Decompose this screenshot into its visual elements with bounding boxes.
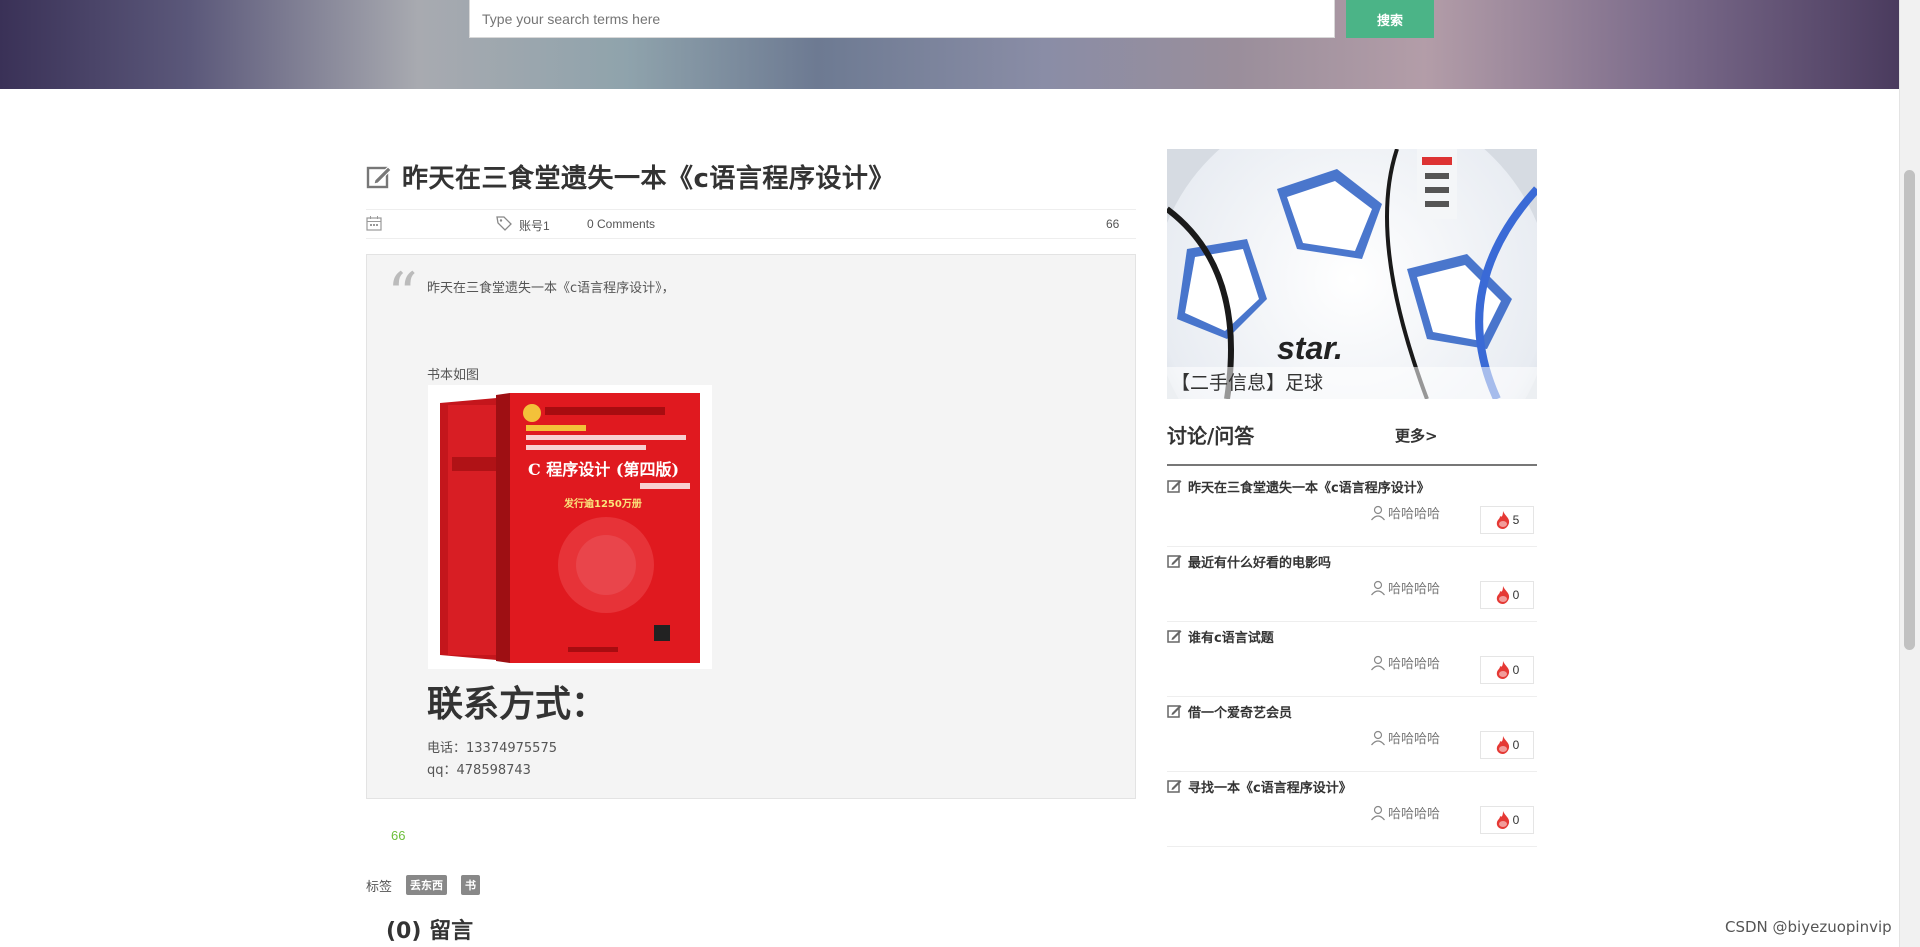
qa-item-title[interactable]: 借一个爱奇艺会员 — [1188, 702, 1292, 721]
fire-icon — [1496, 811, 1509, 829]
edit-icon — [1167, 555, 1182, 568]
post-title: 昨天在三食堂遗失一本《c语言程序设计》 — [366, 158, 895, 195]
post-title-text: 昨天在三食堂遗失一本《c语言程序设计》 — [402, 164, 895, 194]
qa-item-user[interactable]: 哈哈哈哈 — [1388, 578, 1440, 597]
qa-item-user[interactable]: 哈哈哈哈 — [1388, 503, 1440, 522]
user-icon — [1371, 505, 1385, 520]
qa-item-title[interactable]: 谁有c语言试题 — [1188, 627, 1274, 646]
edit-icon — [366, 165, 392, 188]
sidebar-banner[interactable]: star. 【二手信息】足球 — [1167, 149, 1537, 399]
post-author[interactable]: 账号1 — [519, 217, 550, 234]
post-views: 66 — [1106, 217, 1120, 231]
football-image: star. — [1167, 149, 1537, 399]
edit-icon — [1167, 630, 1182, 643]
user-icon — [1371, 730, 1385, 745]
image-caption: 书本如图 — [427, 368, 480, 383]
tag-lost-item[interactable]: 丢东西 — [406, 875, 448, 895]
quote-icon: “ — [387, 260, 418, 330]
tags-label: 标签 — [366, 879, 393, 895]
fire-icon — [1496, 511, 1509, 529]
search-input[interactable] — [470, 0, 1334, 37]
svg-text:发行逾1250万册: 发行逾1250万册 — [563, 497, 642, 510]
qa-item[interactable]: 谁有c语言试题 哈哈哈哈 0 — [1167, 622, 1537, 697]
qa-item-user[interactable]: 哈哈哈哈 — [1388, 803, 1440, 822]
fire-icon — [1496, 736, 1509, 754]
qa-item-hot-count: 0 — [1512, 663, 1520, 677]
qa-item-title[interactable]: 寻找一本《c语言程序设计》 — [1188, 777, 1352, 796]
post-intro: 昨天在三食堂遗失一本《c语言程序设计》， — [427, 281, 675, 296]
fire-icon — [1496, 586, 1509, 604]
contact-qq: qq：478598743 — [427, 763, 531, 778]
calendar-icon — [366, 215, 382, 234]
watermark: CSDN @biyezuopinvip — [1725, 918, 1892, 936]
qa-list: 昨天在三食堂遗失一本《c语言程序设计》 哈哈哈哈 5 最近有什么好看的电影吗 哈… — [1167, 472, 1537, 847]
qa-divider — [1167, 464, 1537, 466]
qa-item[interactable]: 寻找一本《c语言程序设计》 哈哈哈哈 0 — [1167, 772, 1537, 847]
user-icon — [1371, 580, 1385, 595]
comments-heading: (0) 留言 — [386, 919, 474, 944]
qa-item[interactable]: 最近有什么好看的电影吗 哈哈哈哈 0 — [1167, 547, 1537, 622]
qa-item-hot-count: 5 — [1512, 513, 1520, 527]
svg-text:star.: star. — [1277, 330, 1343, 366]
edit-icon — [1167, 705, 1182, 718]
qa-item[interactable]: 昨天在三食堂遗失一本《c语言程序设计》 哈哈哈哈 5 — [1167, 472, 1537, 547]
contact-heading: 联系方式： — [427, 684, 608, 725]
qa-item-user[interactable]: 哈哈哈哈 — [1388, 728, 1440, 747]
qa-item-user[interactable]: 哈哈哈哈 — [1388, 653, 1440, 672]
fire-icon — [1496, 661, 1509, 679]
user-icon — [1371, 655, 1385, 670]
user-icon — [1371, 805, 1385, 820]
qa-item-title[interactable]: 最近有什么好看的电影吗 — [1188, 552, 1331, 571]
post-comments-count[interactable]: 0 Comments — [587, 217, 655, 231]
qa-item-title[interactable]: 昨天在三食堂遗失一本《c语言程序设计》 — [1188, 477, 1430, 496]
tag-book[interactable]: 书 — [461, 875, 481, 895]
qa-item[interactable]: 借一个爱奇艺会员 哈哈哈哈 0 — [1167, 697, 1537, 772]
qa-more-link[interactable]: 更多> — [1395, 425, 1438, 446]
book-image: C 程序设计 (第四版) 发行逾1250万册 — [428, 385, 712, 669]
scrollbar-thumb[interactable] — [1904, 170, 1915, 650]
search-box — [469, 0, 1335, 38]
edit-icon — [1167, 480, 1182, 493]
qa-item-hot-count: 0 — [1512, 588, 1520, 602]
svg-text:C 程序设计 (第四版): C 程序设计 (第四版) — [528, 460, 679, 479]
qa-title: 讨论/问答 — [1167, 424, 1255, 448]
post-meta: 账号1 0 Comments 66 — [366, 209, 1136, 239]
edit-icon — [1167, 780, 1182, 793]
tag-icon — [496, 215, 512, 234]
views-count: 66 — [391, 828, 406, 843]
search-button[interactable]: 搜索 — [1346, 0, 1434, 38]
qa-item-hot-count: 0 — [1512, 813, 1520, 827]
qa-item-hot-count: 0 — [1512, 738, 1520, 752]
scrollbar[interactable] — [1899, 0, 1920, 947]
post-content: “ 昨天在三食堂遗失一本《c语言程序设计》， 书本如图 C 程序设计 (第四版)… — [366, 254, 1136, 799]
tags-row: 标签 丢东西 书 — [366, 875, 481, 895]
banner-caption[interactable]: 【二手信息】足球 — [1167, 367, 1537, 399]
contact-phone: 电话：13374975575 — [427, 741, 557, 756]
